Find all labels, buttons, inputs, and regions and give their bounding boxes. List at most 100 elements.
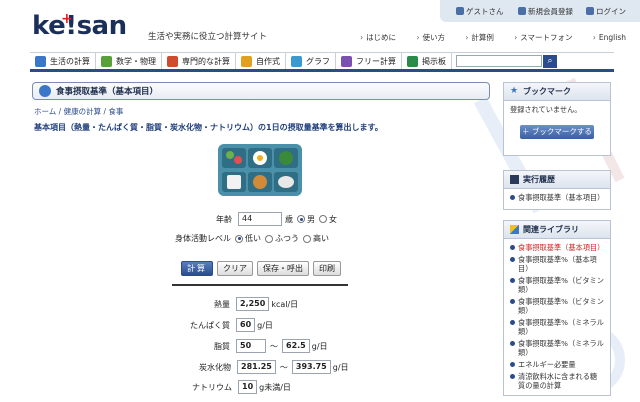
- library-item[interactable]: 食事摂取基準（基本項目）: [510, 243, 604, 252]
- sodium-row: ナトリウム 10 g未満/日: [192, 380, 291, 394]
- protein-row: たんぱく質 60 g/日: [190, 318, 273, 332]
- link-smartphone[interactable]: スマートフォン: [514, 33, 572, 42]
- search-input[interactable]: [456, 55, 542, 67]
- action-buttons: 計算 クリア 保存・呼出 印刷: [181, 261, 345, 276]
- carb-range-sep: 〜: [279, 362, 288, 372]
- diet-icon: [39, 85, 51, 97]
- activity-low-radio[interactable]: [235, 234, 243, 243]
- activity-row: 身体活動レベル 低い ふつう 高い: [175, 233, 329, 244]
- page-title: 食事摂取基準（基本項目）: [56, 87, 159, 97]
- site-header: ke!san + 生活や実務に役立つ計算サイト ゲストさん 新規会員登録 ログイン…: [0, 0, 640, 52]
- library-item[interactable]: 食事摂取基準%（ミネラル類）: [510, 318, 604, 336]
- login-icon: [586, 7, 594, 15]
- carb-label: 炭水化物: [199, 362, 231, 372]
- add-bookmark-button[interactable]: ＋ ブックマークする: [520, 125, 594, 139]
- library-icon: [510, 225, 519, 234]
- pencil-icon: [341, 55, 352, 67]
- library-item[interactable]: 食事摂取基準%（ミネラル類）: [510, 339, 604, 357]
- main-nav: 生活の計算 数学・物理 専門的な計算 自作式 グラフ フリー計算 掲示板 ⌕: [30, 52, 614, 72]
- age-label: 年齢: [216, 214, 232, 224]
- library-item[interactable]: 食事摂取基準%（基本項目）: [510, 255, 604, 273]
- library-panel: 関連ライブラリ 食事摂取基準（基本項目） 食事摂取基準%（基本項目） 食事摂取基…: [503, 220, 611, 396]
- history-icon: [510, 175, 519, 184]
- library-item[interactable]: 食事摂取基準%（ビタミン類）: [510, 297, 604, 315]
- guest-label: ゲストさん: [456, 6, 504, 17]
- calc-button[interactable]: 計算: [181, 261, 213, 276]
- activity-high-radio[interactable]: [303, 234, 311, 243]
- sex-female-radio[interactable]: [319, 215, 327, 223]
- life-icon: [35, 55, 46, 67]
- library-header: 関連ライブラリ: [504, 221, 610, 239]
- site-logo[interactable]: ke!san +: [32, 11, 127, 40]
- energy-row: 熱量 2,250 kcal/日: [214, 297, 298, 311]
- fat-max-value: 62.5: [282, 339, 310, 353]
- link-examples[interactable]: 計算例: [465, 33, 494, 42]
- energy-unit: kcal/日: [271, 299, 299, 309]
- protein-label: たんぱく質: [190, 320, 230, 330]
- nav-board[interactable]: 掲示板: [402, 53, 452, 69]
- login-link[interactable]: ログイン: [586, 6, 626, 17]
- bookmark-panel: ★ ブックマーク 登録されていません。 ＋ ブックマークする: [503, 82, 611, 156]
- divider: [172, 284, 348, 286]
- register-link[interactable]: 新規会員登録: [518, 6, 573, 17]
- register-icon: [518, 7, 526, 15]
- search-icon[interactable]: ⌕: [543, 54, 557, 68]
- clear-button[interactable]: クリア: [217, 261, 253, 276]
- activity-label: 身体活動レベル: [175, 234, 231, 243]
- meal-tray-icon: [218, 144, 302, 196]
- sex-male-label: 男: [307, 214, 315, 224]
- energy-label: 熱量: [214, 299, 230, 309]
- carb-min-value: 281.25: [237, 360, 276, 374]
- history-item[interactable]: 食事摂取基準（基本項目）: [510, 193, 604, 202]
- link-intro[interactable]: はじめに: [360, 33, 396, 42]
- link-howto[interactable]: 使い方: [416, 33, 445, 42]
- library-item[interactable]: エネルギー必要量: [510, 360, 604, 369]
- nav-life[interactable]: 生活の計算: [30, 53, 96, 69]
- print-button[interactable]: 印刷: [313, 261, 341, 276]
- fat-range-sep: 〜: [270, 341, 278, 351]
- sodium-label: ナトリウム: [192, 382, 232, 392]
- board-icon: [407, 55, 418, 67]
- bookmark-empty-text: 登録されていません。: [510, 105, 582, 114]
- user-bar: ゲストさん 新規会員登録 ログイン: [440, 0, 640, 22]
- activity-high-label: 高い: [313, 234, 329, 243]
- save-load-button[interactable]: 保存・呼出: [257, 261, 309, 276]
- site-tagline: 生活や実務に役立つ計算サイト: [148, 32, 268, 42]
- logo-plus-icon: +: [61, 11, 73, 27]
- page-description: 基本項目（熱量・たんぱく質・脂質・炭水化物・ナトリウム）の1日の摂取量基準を算出…: [34, 123, 383, 132]
- history-header: 実行履歴: [504, 171, 610, 189]
- sodium-unit: g未満/日: [259, 382, 291, 392]
- top-links: はじめに 使い方 計算例 スマートフォン English: [342, 32, 626, 43]
- nav-math[interactable]: 数学・物理: [96, 53, 162, 69]
- sex-male-radio[interactable]: [297, 215, 305, 223]
- sodium-value: 10: [238, 380, 258, 394]
- library-item[interactable]: 食事摂取基準%（ビタミン類）: [510, 276, 604, 294]
- history-panel: 実行履歴 食事摂取基準（基本項目）: [503, 170, 611, 210]
- nav-professional[interactable]: 専門的な計算: [162, 53, 236, 69]
- age-row: 年齢 44 歳 男 女: [216, 212, 337, 226]
- protein-unit: g/日: [257, 320, 273, 330]
- breadcrumb[interactable]: ホーム / 健康の計算 / 食事: [34, 106, 123, 117]
- bookmark-header: ★ ブックマーク: [504, 83, 610, 101]
- nav-custom[interactable]: 自作式: [236, 53, 286, 69]
- link-english[interactable]: English: [593, 33, 626, 42]
- book-icon: [167, 55, 178, 67]
- fat-unit: g/日: [311, 341, 328, 351]
- nav-graph[interactable]: グラフ: [286, 53, 336, 69]
- page-title-box: 食事摂取基準（基本項目）: [32, 82, 490, 100]
- protein-value: 60: [236, 318, 256, 332]
- activity-low-label: 低い: [245, 234, 261, 243]
- activity-mid-label: ふつう: [275, 234, 299, 243]
- nav-free[interactable]: フリー計算: [336, 53, 402, 69]
- carb-max-value: 393.75: [291, 360, 331, 374]
- math-icon: [101, 55, 112, 67]
- activity-mid-radio[interactable]: [265, 234, 273, 243]
- fat-row: 脂質 50 〜 62.5 g/日: [214, 339, 328, 353]
- fat-label: 脂質: [214, 341, 230, 351]
- carb-unit: g/日: [332, 362, 349, 372]
- graph-icon: [291, 55, 302, 67]
- user-icon: [456, 7, 464, 15]
- age-input[interactable]: 44: [238, 212, 282, 226]
- people-icon: [241, 55, 252, 67]
- library-item[interactable]: 清涼飲料水に含まれる糖質の量の計算: [510, 372, 604, 390]
